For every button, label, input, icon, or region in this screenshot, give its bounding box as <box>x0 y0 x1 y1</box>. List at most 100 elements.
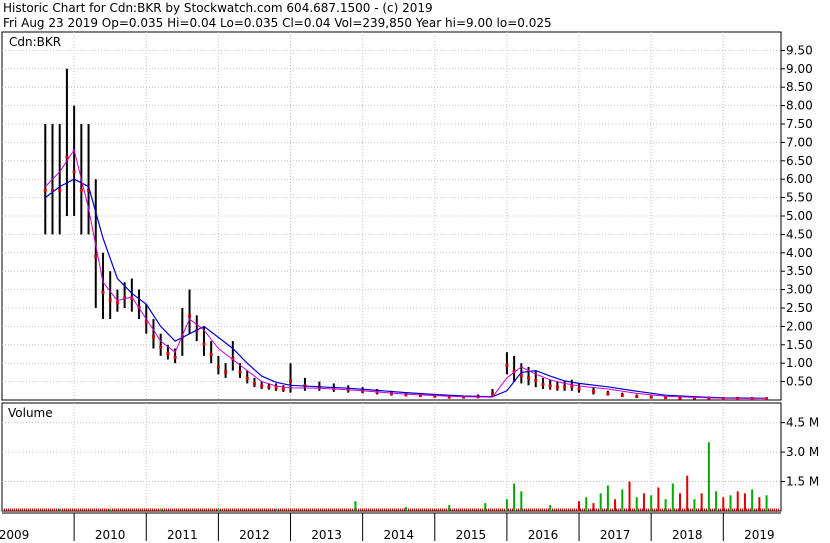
price-tick-label: 4.00 <box>786 246 813 260</box>
volume-bar <box>592 503 595 511</box>
close-dot <box>555 385 559 389</box>
volume-bar <box>736 491 739 511</box>
volume-bar <box>404 507 407 511</box>
volume-bar <box>743 493 746 511</box>
close-dot <box>267 385 271 389</box>
volume-bar <box>505 499 508 511</box>
volume-bar <box>58 509 61 511</box>
volume-tick-label: 1.5 M <box>786 475 819 489</box>
close-dot <box>43 188 47 192</box>
volume-bar <box>599 493 602 511</box>
volume-bar <box>614 499 617 511</box>
close-dot <box>260 384 264 388</box>
close-dot <box>108 298 112 302</box>
price-panel-title: Cdn:BKR <box>9 35 61 49</box>
price-tick-label: 3.00 <box>786 283 813 297</box>
price-y-axis: 9.50 9.00 8.50 8.00 7.50 7.00 6.50 6.00 5.50 5.00… <box>781 43 813 389</box>
volume-bar <box>758 497 761 511</box>
volume-panel <box>1 402 782 512</box>
year-tick-label: 2019 <box>744 528 775 542</box>
close-dot <box>202 342 206 346</box>
close-dot <box>151 335 155 339</box>
volume-bar <box>707 442 710 511</box>
close-dot <box>527 376 531 380</box>
volume-bar <box>513 483 516 511</box>
price-tick-label: 5.00 <box>786 209 813 223</box>
price-tick-label: 8.00 <box>786 99 813 113</box>
volume-bar <box>642 493 645 511</box>
volume-bar <box>671 483 674 511</box>
year-tick-label: 2009 <box>0 528 29 542</box>
close-dot <box>65 155 69 159</box>
price-tick-label: 2.50 <box>786 301 813 315</box>
volume-bar <box>664 499 667 511</box>
volume-bar <box>621 489 624 511</box>
volume-bar <box>679 493 682 511</box>
close-dot <box>159 345 163 349</box>
close-dot <box>541 383 545 387</box>
price-tick-label: 3.50 <box>786 264 813 278</box>
price-tick-label: 1.50 <box>786 338 813 352</box>
volume-bar <box>628 481 631 511</box>
price-tick-label: 1.00 <box>786 356 813 370</box>
close-dot <box>534 378 538 382</box>
volume-bar <box>585 497 588 511</box>
year-tick-label: 2018 <box>672 528 703 542</box>
close-dot <box>101 291 105 295</box>
volume-bar <box>549 505 552 511</box>
volume-bar <box>715 491 718 511</box>
chart-header-line2: Fri Aug 23 2019 Op=0.035 Hi=0.04 Lo=0.03… <box>3 16 552 30</box>
close-dot <box>94 254 98 258</box>
volume-bar <box>354 501 357 511</box>
volume-bar <box>448 505 451 511</box>
close-dot <box>216 365 220 369</box>
price-tick-label: 7.00 <box>786 135 813 149</box>
price-tick-label: 0.50 <box>786 375 813 389</box>
close-dot <box>563 385 567 389</box>
close-dot <box>58 188 62 192</box>
volume-tick-label: 3.0 M <box>786 445 819 459</box>
close-dot <box>79 188 83 192</box>
volume-bar <box>275 509 278 511</box>
volume-bar <box>484 503 487 511</box>
price-tick-label: 5.50 <box>786 191 813 205</box>
volume-bar <box>700 493 703 511</box>
year-tick-label: 2012 <box>239 528 270 542</box>
price-tick-label: 7.50 <box>786 117 813 131</box>
close-dot <box>548 384 552 388</box>
close-dot <box>289 379 293 383</box>
close-dot <box>224 370 228 374</box>
volume-bar <box>693 499 696 511</box>
volume-panel-title: Volume <box>8 406 53 420</box>
price-tick-label: 2.00 <box>786 319 813 333</box>
volume-bar <box>217 509 220 511</box>
close-dot <box>591 390 595 394</box>
volume-bar <box>635 497 638 511</box>
volume-bar <box>578 501 581 511</box>
close-dot <box>188 314 192 318</box>
close-dot <box>72 170 76 174</box>
volume-bar <box>650 495 653 511</box>
close-dot <box>115 301 119 305</box>
price-tick-label: 9.00 <box>786 62 813 76</box>
close-dot <box>577 387 581 391</box>
close-dot <box>245 376 249 380</box>
price-tick-label: 4.50 <box>786 227 813 241</box>
year-tick-label: 2011 <box>167 528 198 542</box>
close-dot <box>505 363 509 367</box>
close-dot <box>238 370 242 374</box>
volume-bar <box>657 487 660 511</box>
price-tick-label: 9.50 <box>786 43 813 57</box>
volume-bar <box>765 495 768 511</box>
year-tick-label: 2015 <box>456 528 487 542</box>
volume-y-axis: 4.5 M 3.0 M 1.5 M <box>781 416 819 489</box>
volume-bar <box>520 491 523 511</box>
volume-bar <box>729 495 732 511</box>
chart-header-line1: Historic Chart for Cdn:BKR by Stockwatch… <box>3 1 433 15</box>
close-dot <box>274 386 278 390</box>
year-tick-label: 2013 <box>311 528 342 542</box>
stock-chart: Historic Chart for Cdn:BKR by Stockwatch… <box>0 1 819 542</box>
year-tick-label: 2016 <box>528 528 559 542</box>
close-dot <box>252 381 256 385</box>
volume-bar <box>722 497 725 511</box>
